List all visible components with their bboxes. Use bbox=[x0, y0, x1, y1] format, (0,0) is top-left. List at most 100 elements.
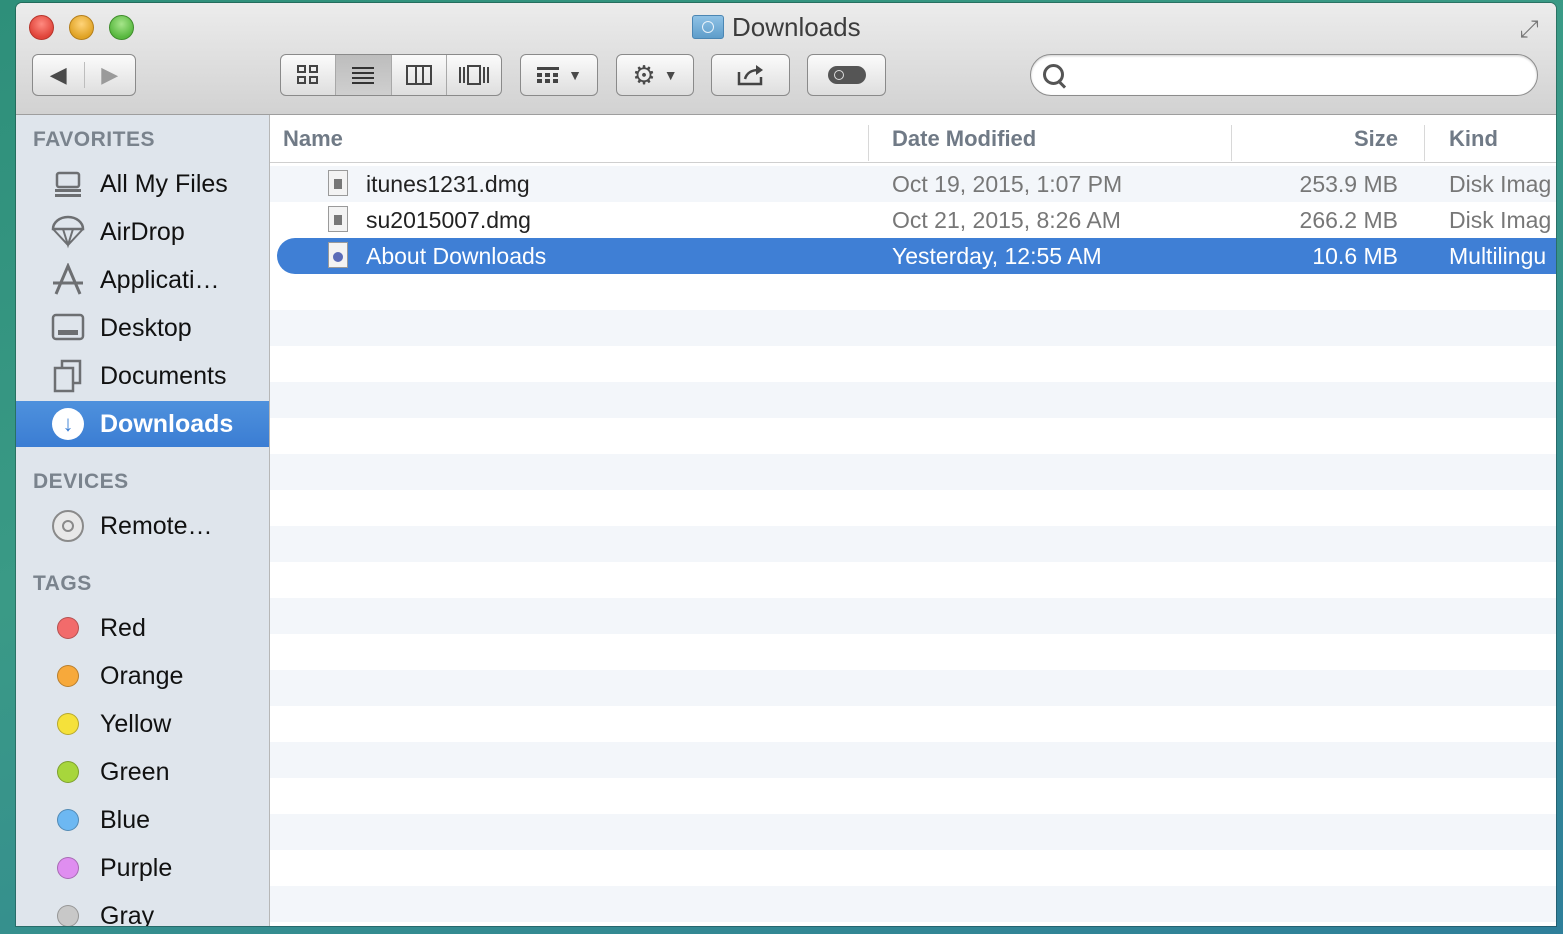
sidebar-item-label: Applicati… bbox=[100, 265, 220, 294]
empty-row-stripe bbox=[270, 526, 1556, 562]
column-divider[interactable] bbox=[1424, 125, 1425, 161]
forward-button[interactable]: ▶ bbox=[84, 62, 135, 88]
toolbar: Downloads ⤢ ◀ ▶ ▼ ⚙ ▼ bbox=[16, 3, 1556, 115]
list-view-button[interactable] bbox=[336, 55, 392, 95]
applications-icon bbox=[50, 262, 86, 298]
zoom-window-button[interactable] bbox=[109, 15, 134, 40]
sidebar-item-label: Documents bbox=[100, 361, 227, 390]
sidebar-tag-blue[interactable]: Blue bbox=[16, 797, 269, 843]
tag-color-dot-icon bbox=[57, 809, 79, 831]
back-button[interactable]: ◀ bbox=[33, 62, 84, 88]
file-size: 253.9 MB bbox=[1299, 171, 1398, 197]
column-header-name[interactable]: Name bbox=[283, 115, 343, 162]
empty-row-stripe bbox=[270, 814, 1556, 850]
view-mode-control bbox=[280, 54, 502, 96]
icon-view-icon bbox=[297, 65, 319, 84]
sidebar-tag-gray[interactable]: Gray bbox=[16, 893, 269, 926]
tag-color-dot-icon bbox=[57, 761, 79, 783]
close-window-button[interactable] bbox=[29, 15, 54, 40]
arrange-button[interactable]: ▼ bbox=[520, 54, 598, 96]
sidebar-item-documents[interactable]: Documents bbox=[16, 353, 269, 399]
column-view-button[interactable] bbox=[392, 55, 447, 95]
sidebar-item-downloads[interactable]: ↓ Downloads bbox=[16, 401, 269, 447]
file-date: Oct 19, 2015, 1:07 PM bbox=[892, 171, 1123, 197]
file-name: su2015007.dmg bbox=[366, 207, 531, 233]
empty-row-stripe bbox=[270, 454, 1556, 490]
search-field[interactable] bbox=[1030, 54, 1538, 96]
share-icon bbox=[737, 65, 763, 86]
empty-row-stripe bbox=[270, 670, 1556, 706]
icon-view-button[interactable] bbox=[281, 55, 337, 95]
downloads-icon: ↓ bbox=[50, 406, 86, 442]
sidebar-item-airdrop[interactable]: AirDrop bbox=[16, 209, 269, 255]
column-header-size[interactable]: Size bbox=[1232, 115, 1398, 162]
empty-row-stripe bbox=[270, 742, 1556, 778]
column-header-kind[interactable]: Kind bbox=[1449, 115, 1498, 162]
column-headers: Name Date Modified Size Kind bbox=[270, 115, 1556, 163]
fullscreen-icon[interactable]: ⤢ bbox=[1514, 15, 1544, 45]
search-icon bbox=[1041, 62, 1067, 88]
file-kind: Disk Imag bbox=[1449, 207, 1552, 233]
desktop-icon bbox=[50, 310, 86, 346]
sidebar-tag-label: Gray bbox=[100, 901, 155, 927]
sidebar-tag-label: Red bbox=[100, 613, 146, 642]
edit-tags-button[interactable] bbox=[807, 54, 886, 96]
sidebar-item-label: Remote… bbox=[100, 511, 213, 540]
empty-row-stripe bbox=[270, 382, 1556, 418]
tag-color-dot-icon bbox=[57, 617, 79, 639]
list-view-icon bbox=[352, 67, 375, 84]
all-files-icon bbox=[50, 166, 86, 202]
back-forward-control: ◀ ▶ bbox=[32, 54, 136, 96]
sidebar-tag-label: Green bbox=[100, 757, 170, 786]
sidebar-item-remote-disc[interactable]: Remote… bbox=[16, 503, 269, 549]
favorites-header: FAVORITES bbox=[33, 128, 155, 151]
tag-color-dot-icon bbox=[57, 665, 79, 687]
file-date: Yesterday, 12:55 AM bbox=[892, 243, 1102, 269]
table-row[interactable]: su2015007.dmg Oct 21, 2015, 8:26 AM 266.… bbox=[270, 202, 1556, 238]
disk-image-icon bbox=[328, 170, 350, 198]
arrange-grid-icon bbox=[537, 67, 560, 83]
column-header-date[interactable]: Date Modified bbox=[892, 115, 1036, 162]
sidebar-tag-red[interactable]: Red bbox=[16, 605, 269, 651]
cover-flow-icon bbox=[458, 65, 489, 85]
chevron-down-icon: ▼ bbox=[663, 67, 678, 83]
tag-pill-icon bbox=[827, 66, 866, 84]
sidebar-tag-purple[interactable]: Purple bbox=[16, 845, 269, 891]
share-button[interactable] bbox=[711, 54, 790, 96]
gear-icon: ⚙ bbox=[632, 59, 656, 90]
empty-row-stripe bbox=[270, 310, 1556, 346]
sidebar-item-desktop[interactable]: Desktop bbox=[16, 305, 269, 351]
column-divider[interactable] bbox=[868, 125, 869, 161]
sidebar-item-applications[interactable]: Applicati… bbox=[16, 257, 269, 303]
file-size: 10.6 MB bbox=[1312, 243, 1398, 269]
sidebar-tag-label: Purple bbox=[100, 853, 173, 882]
airdrop-icon bbox=[50, 214, 86, 250]
downloads-folder-icon bbox=[692, 15, 724, 39]
window-title-text: Downloads bbox=[732, 11, 861, 42]
sidebar-item-all-my-files[interactable]: All My Files bbox=[16, 161, 269, 207]
sidebar-tag-yellow[interactable]: Yellow bbox=[16, 701, 269, 747]
file-name: itunes1231.dmg bbox=[366, 171, 530, 197]
file-name: About Downloads bbox=[366, 243, 547, 269]
sidebar-tag-green[interactable]: Green bbox=[16, 749, 269, 795]
sidebar-item-label: AirDrop bbox=[100, 217, 185, 246]
cover-flow-button[interactable] bbox=[447, 55, 501, 95]
action-button[interactable]: ⚙ ▼ bbox=[616, 54, 694, 96]
tag-color-dot-icon bbox=[57, 905, 79, 926]
sidebar-item-label: Desktop bbox=[100, 313, 192, 342]
minimize-window-button[interactable] bbox=[69, 15, 94, 40]
documents-icon bbox=[50, 358, 86, 394]
file-size: 266.2 MB bbox=[1299, 207, 1398, 233]
empty-row-stripe bbox=[270, 886, 1556, 922]
sidebar-tag-label: Orange bbox=[100, 661, 184, 690]
sidebar-tag-label: Yellow bbox=[100, 709, 172, 738]
table-row[interactable]: itunes1231.dmg Oct 19, 2015, 1:07 PM 253… bbox=[270, 166, 1556, 202]
search-input[interactable] bbox=[1067, 62, 1537, 88]
file-kind: Multilingu bbox=[1449, 243, 1547, 269]
file-date: Oct 21, 2015, 8:26 AM bbox=[892, 207, 1121, 233]
sidebar-tag-orange[interactable]: Orange bbox=[16, 653, 269, 699]
devices-header: DEVICES bbox=[33, 470, 129, 493]
file-list: Name Date Modified Size Kind itunes1231.… bbox=[270, 115, 1556, 926]
tag-color-dot-icon bbox=[57, 857, 79, 879]
table-row-selected[interactable]: About Downloads Yesterday, 12:55 AM 10.6… bbox=[277, 238, 1556, 274]
